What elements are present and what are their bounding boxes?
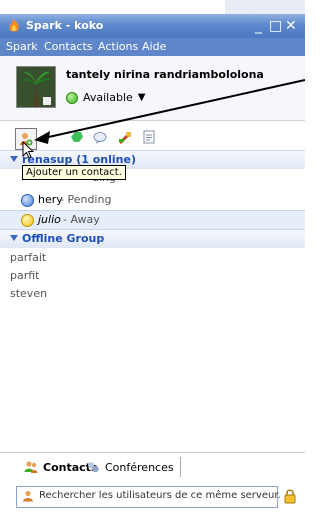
dropdown-caret-icon: ▼: [137, 92, 146, 103]
tools-button[interactable]: [116, 128, 134, 146]
user-search-icon: [23, 490, 33, 502]
menu-aide[interactable]: Aide: [142, 40, 166, 53]
window-title: Spark - koko: [26, 19, 104, 32]
chat-icon: [93, 131, 107, 144]
close-button[interactable]: ✕: [285, 17, 297, 35]
status-button[interactable]: [68, 128, 86, 146]
maximize-button[interactable]: □: [269, 17, 282, 35]
lock-icon[interactable]: [283, 488, 297, 504]
contact-status: - Away: [63, 213, 100, 226]
contact-name: parfait: [10, 251, 47, 264]
tab-conferences-label: Conférences: [105, 460, 174, 474]
bottom-tabs: Contacts Conférences: [0, 452, 305, 481]
spark-flame-icon: [9, 19, 19, 32]
contact-name: steven: [10, 287, 48, 300]
profile-panel: tantely nirina randriambololona Availabl…: [0, 56, 305, 121]
status-selector[interactable]: Available ▼: [66, 91, 146, 104]
avatar[interactable]: [16, 66, 56, 108]
chat-button[interactable]: [91, 128, 109, 146]
avatar-image: [17, 67, 55, 107]
tools-icon: [118, 131, 131, 144]
away-status-icon: [21, 214, 34, 227]
top-strip: [225, 0, 305, 14]
status-label: Available: [83, 91, 133, 104]
tab-conferences[interactable]: Conférences: [80, 457, 181, 477]
notes-icon: [143, 130, 155, 144]
contacts-icon: [24, 461, 38, 473]
expand-triangle-icon: [10, 156, 18, 162]
offline-contact-row[interactable]: parfit: [0, 267, 305, 285]
spark-window: Spark - koko _ □ ✕ Spark Contacts Action…: [0, 0, 305, 514]
mouse-cursor-icon: [22, 141, 34, 159]
menu-bar: Spark Contacts Actions Aide: [0, 38, 305, 56]
offline-contact-row[interactable]: parfait: [0, 249, 305, 267]
group-header-offline[interactable]: Offline Group: [0, 230, 305, 248]
contact-name: parfit: [10, 269, 40, 282]
contact-name: julio: [38, 213, 61, 226]
profile-name: tantely nirina randriambololona: [66, 68, 264, 81]
contact-status: - Pending: [60, 193, 112, 206]
toolbar: [0, 124, 305, 150]
contact-list: renasup (1 online) ding hery - Pending j…: [0, 150, 305, 453]
search-text: Rechercher les utilisateurs de ce même s…: [39, 490, 281, 501]
user-search-field[interactable]: Rechercher les utilisateurs de ce même s…: [16, 486, 281, 508]
contact-row[interactable]: hery - Pending: [0, 191, 305, 209]
status-icon: [71, 132, 83, 142]
menu-spark[interactable]: Spark: [6, 40, 38, 53]
offline-contact-row[interactable]: steven: [0, 285, 305, 303]
expand-triangle-icon: [10, 235, 18, 241]
menu-actions[interactable]: Actions: [98, 40, 138, 53]
contact-row-selected[interactable]: julio - Away: [0, 210, 305, 230]
menu-contacts[interactable]: Contacts: [44, 40, 93, 53]
notes-button[interactable]: [140, 128, 158, 146]
pending-status-icon: [21, 194, 34, 207]
title-bar: Spark - koko _ □ ✕: [0, 14, 305, 38]
minimize-button[interactable]: _: [255, 17, 262, 35]
conferences-icon: [88, 462, 99, 473]
available-status-icon: [66, 91, 78, 104]
group-label: Offline Group: [22, 232, 105, 245]
tooltip: Ajouter un contact.: [22, 165, 126, 180]
